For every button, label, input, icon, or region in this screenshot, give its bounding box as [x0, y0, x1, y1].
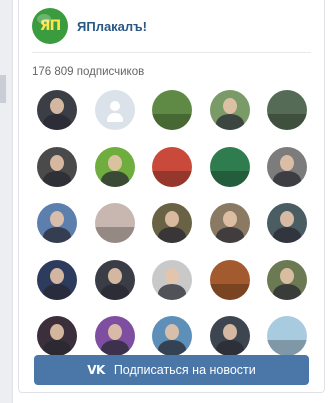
avatar-body [273, 227, 301, 243]
subscriber-avatar[interactable] [209, 203, 250, 243]
subscriber-avatar-grid [37, 90, 317, 356]
subscriber-avatar[interactable] [94, 203, 135, 243]
avatar-head [165, 211, 179, 227]
avatar-head [280, 267, 294, 284]
avatar-head [222, 324, 237, 340]
subscriber-avatar[interactable] [209, 90, 250, 130]
subscriber-avatar[interactable] [37, 316, 77, 356]
subscriber-avatar[interactable] [152, 316, 192, 356]
avatar-body [43, 170, 71, 187]
scroll-marker [0, 75, 6, 103]
logo-text: ЯП [39, 18, 61, 34]
subscriber-avatar[interactable] [37, 203, 77, 243]
subscriber-avatar[interactable] [94, 259, 135, 300]
subscriber-avatar[interactable] [152, 146, 192, 187]
subscribe-button[interactable]: VK Подписаться на новости [34, 355, 309, 385]
subscriber-avatar[interactable] [267, 316, 307, 356]
avatar-head [109, 101, 120, 111]
avatar-head [165, 324, 179, 340]
avatar-head [165, 267, 179, 284]
community-name-link[interactable]: ЯПлакалъ! [77, 19, 147, 34]
subscriber-count[interactable]: 176 809 подписчиков [32, 66, 144, 78]
avatar-body [100, 340, 129, 356]
avatar-head [50, 324, 64, 340]
community-header[interactable]: ЯП ЯПлакалъ! [32, 8, 312, 44]
community-widget: ЯП ЯПлакалъ! 176 809 подписчиков VK Подп… [18, 0, 325, 393]
avatar-body [100, 283, 129, 300]
avatar-head [50, 267, 64, 284]
avatar-head [107, 267, 122, 284]
subscriber-avatar[interactable] [209, 146, 250, 187]
avatar-body [158, 227, 186, 243]
avatar-head [50, 154, 64, 171]
subscriber-avatar[interactable] [209, 316, 250, 356]
avatar-head [50, 98, 64, 114]
subscriber-avatar[interactable] [267, 90, 307, 130]
avatar-body [100, 170, 129, 187]
subscriber-avatar[interactable] [37, 146, 77, 187]
subscriber-avatar[interactable] [94, 316, 135, 356]
avatar-body [158, 283, 186, 300]
avatar-body [215, 340, 244, 356]
avatar-head [280, 211, 294, 227]
subscriber-avatar[interactable] [37, 90, 77, 130]
avatar-head [107, 324, 122, 340]
subscriber-avatar[interactable] [267, 203, 307, 243]
avatar-body [106, 113, 123, 122]
default-user-icon[interactable] [94, 90, 135, 130]
subscriber-avatar[interactable] [267, 146, 307, 187]
subscriber-avatar[interactable] [152, 90, 192, 130]
avatar-body [43, 227, 71, 243]
subscriber-avatar[interactable] [37, 259, 77, 300]
avatar-head [107, 154, 122, 171]
subscriber-avatar[interactable] [152, 259, 192, 300]
subscriber-avatar[interactable] [209, 259, 250, 300]
avatar-head [280, 154, 294, 171]
page-edge [0, 0, 13, 403]
avatar-body [158, 340, 186, 356]
avatar-body [43, 114, 71, 130]
avatar-head [222, 98, 237, 114]
divider [32, 52, 311, 53]
avatar-body [273, 283, 301, 300]
subscribe-label: Подписаться на новости [113, 363, 256, 377]
subscriber-avatar[interactable] [152, 203, 192, 243]
subscriber-avatar[interactable] [94, 146, 135, 187]
vk-logo-icon: VK [87, 363, 105, 377]
avatar-body [43, 283, 71, 300]
avatar-head [222, 211, 237, 227]
avatar-head [50, 211, 64, 227]
community-logo-icon[interactable]: ЯП [32, 8, 68, 44]
avatar-body [215, 114, 244, 130]
avatar-body [273, 170, 301, 187]
avatar-body [43, 340, 71, 356]
avatar-body [215, 227, 244, 243]
subscriber-avatar[interactable] [267, 259, 307, 300]
